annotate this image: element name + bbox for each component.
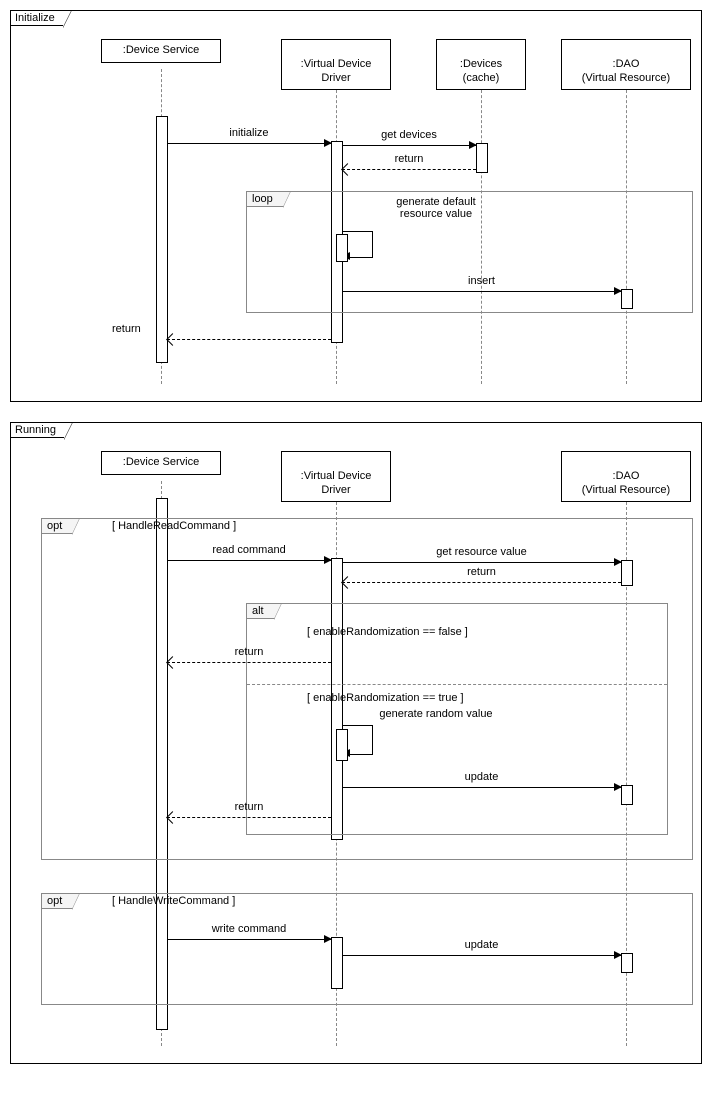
participant-dao: :DAO (Virtual Resource) [561,39,691,90]
message-label: get devices [342,129,476,141]
message-label: return [112,323,276,335]
frame-running: Running :Device Service :Virtual Device … [10,422,702,1064]
message-update-alt: update [342,773,621,791]
message-label: read command [167,544,331,556]
message-update-write: update [342,941,621,959]
message-get-resource: get resource value [342,548,621,566]
message-read-command: read command [167,546,331,564]
message-label: return [167,646,331,658]
message-label: write command [167,923,331,935]
message-get-devices: get devices [342,131,476,149]
participant-virtual-driver: :Virtual Device Driver [281,451,391,502]
fragment-guard: [ HandleReadCommand ] [112,520,236,532]
message-label: get resource value [342,546,621,558]
participant-device-service: :Device Service [101,39,221,63]
participant-label: :Virtual Device Driver [301,58,372,84]
message-return-false: return [167,648,331,666]
frame-initialize: Initialize :Device Service :Virtual Devi… [10,10,702,402]
fragment-label: alt [252,605,264,617]
participant-label: :Device Service [123,44,199,56]
message-label: generate random value [351,708,521,720]
participant-virtual-driver: :Virtual Device Driver [281,39,391,90]
fragment-tab: opt [41,518,73,534]
activation-bar [336,234,348,262]
fragment-guard: [ HandleWriteCommand ] [112,895,235,907]
message-return-resource: return [342,568,621,586]
diagram-running: :Device Service :Virtual Device Driver :… [11,423,701,1063]
message-label: return [342,566,621,578]
message-write-command: write command [167,925,331,943]
participant-devices-cache: :Devices (cache) [436,39,526,90]
fragment-guard: [ enableRandomization == false ] [307,626,468,638]
message-label: return [167,801,331,813]
participant-label: :DAO (Virtual Resource) [582,58,670,84]
message-initialize: initialize [167,129,331,147]
fragment-tab: loop [246,191,284,207]
participant-label: :Device Service [123,456,199,468]
fragment-label: opt [47,895,62,907]
participant-device-service: :Device Service [101,451,221,475]
participant-label: :Virtual Device Driver [301,470,372,496]
message-label: update [342,939,621,951]
fragment-tab: alt [246,603,275,619]
participant-dao: :DAO (Virtual Resource) [561,451,691,502]
frame-title: Running [15,424,56,436]
frame-title: Initialize [15,12,55,24]
message-label: update [342,771,621,783]
message-label: generate default resource value [356,196,516,220]
message-label: return [342,153,476,165]
message-return-final: return [167,325,331,343]
fragment-label: opt [47,520,62,532]
message-label: initialize [167,127,331,139]
frame-title-tab: Running [10,422,65,438]
diagram-initialize: :Device Service :Virtual Device Driver :… [11,11,701,401]
message-label: insert [342,275,621,287]
activation-bar [336,729,348,761]
message-return-devices: return [342,155,476,173]
frame-title-tab: Initialize [10,10,64,26]
message-insert: insert [342,277,621,295]
participant-label: :Devices (cache) [460,58,502,84]
fragment-label: loop [252,193,273,205]
message-return-true: return [167,803,331,821]
participant-label: :DAO (Virtual Resource) [582,470,670,496]
fragment-guard: [ enableRandomization == true ] [307,692,464,704]
fragment-tab: opt [41,893,73,909]
activation-bar [476,143,488,173]
